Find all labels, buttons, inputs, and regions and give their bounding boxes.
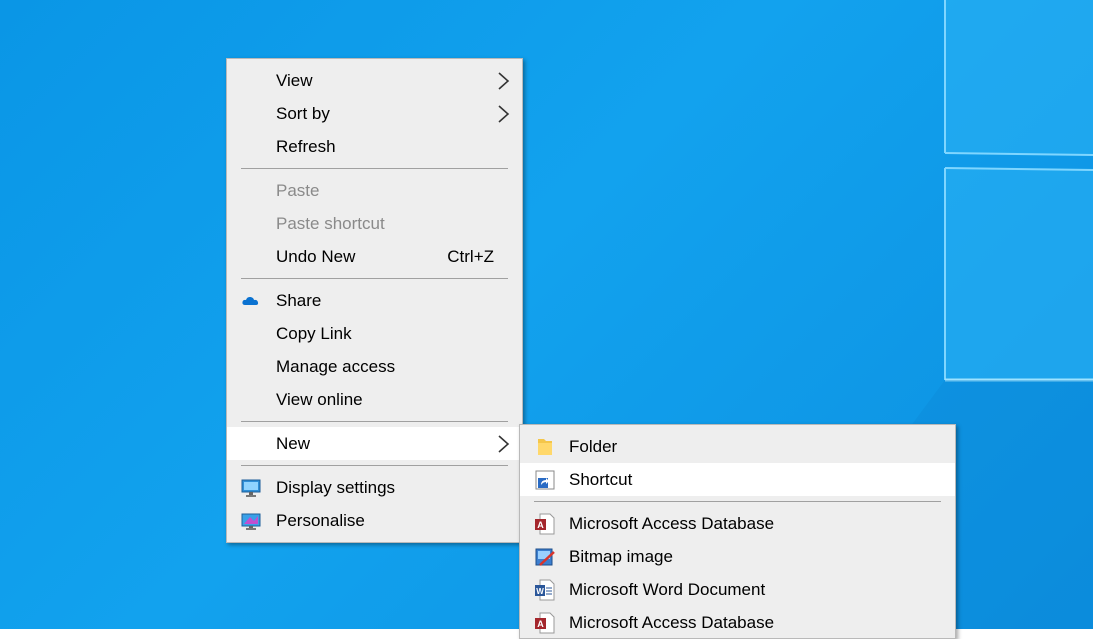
shortcut-icon (535, 470, 555, 490)
folder-icon (538, 439, 552, 455)
menu-item-display-settings[interactable]: Display settings (227, 471, 522, 504)
menu-item-share[interactable]: Share (227, 284, 522, 317)
chevron-right-icon (498, 72, 510, 90)
submenu-item-shortcut[interactable]: Shortcut (520, 463, 955, 496)
submenu-item-access-database-2[interactable]: A Microsoft Access Database (520, 606, 955, 639)
word-document-icon: W (535, 579, 555, 601)
submenu-item-word-document[interactable]: W Microsoft Word Document (520, 573, 955, 606)
display-settings-icon (241, 479, 261, 497)
access-database-icon: A (535, 513, 555, 535)
menu-item-copy-link[interactable]: Copy Link (227, 317, 522, 350)
chevron-right-icon (498, 105, 510, 123)
menu-item-view-online[interactable]: View online (227, 383, 522, 416)
menu-item-new[interactable]: New (227, 427, 522, 460)
svg-text:W: W (536, 587, 544, 596)
menu-separator (534, 501, 941, 502)
menu-item-manage-access[interactable]: Manage access (227, 350, 522, 383)
access-database-icon: A (535, 612, 555, 634)
menu-item-personalise[interactable]: Personalise (227, 504, 522, 537)
submenu-item-bitmap-image[interactable]: Bitmap image (520, 540, 955, 573)
chevron-right-icon (498, 435, 510, 453)
submenu-item-access-database[interactable]: A Microsoft Access Database (520, 507, 955, 540)
menu-item-paste-shortcut[interactable]: Paste shortcut (227, 207, 522, 240)
submenu-item-folder[interactable]: Folder (520, 430, 955, 463)
menu-item-paste[interactable]: Paste (227, 174, 522, 207)
menu-item-undo-new[interactable]: Undo New Ctrl+Z (227, 240, 522, 273)
svg-text:A: A (537, 619, 544, 629)
menu-item-view[interactable]: View (227, 64, 522, 97)
menu-separator (241, 278, 508, 279)
onedrive-cloud-icon (242, 296, 259, 305)
menu-separator (241, 421, 508, 422)
personalise-icon (241, 513, 261, 530)
menu-item-sort-by[interactable]: Sort by (227, 97, 522, 130)
menu-separator (241, 168, 508, 169)
new-submenu: Folder Shortcut A Microsoft Access Datab… (519, 424, 956, 639)
menu-item-refresh[interactable]: Refresh (227, 130, 522, 163)
desktop-context-menu: View Sort by Refresh Paste Paste shortcu… (226, 58, 523, 543)
svg-text:A: A (537, 520, 544, 530)
keyboard-shortcut: Ctrl+Z (447, 247, 494, 266)
menu-separator (241, 465, 508, 466)
bitmap-image-icon (535, 548, 555, 566)
